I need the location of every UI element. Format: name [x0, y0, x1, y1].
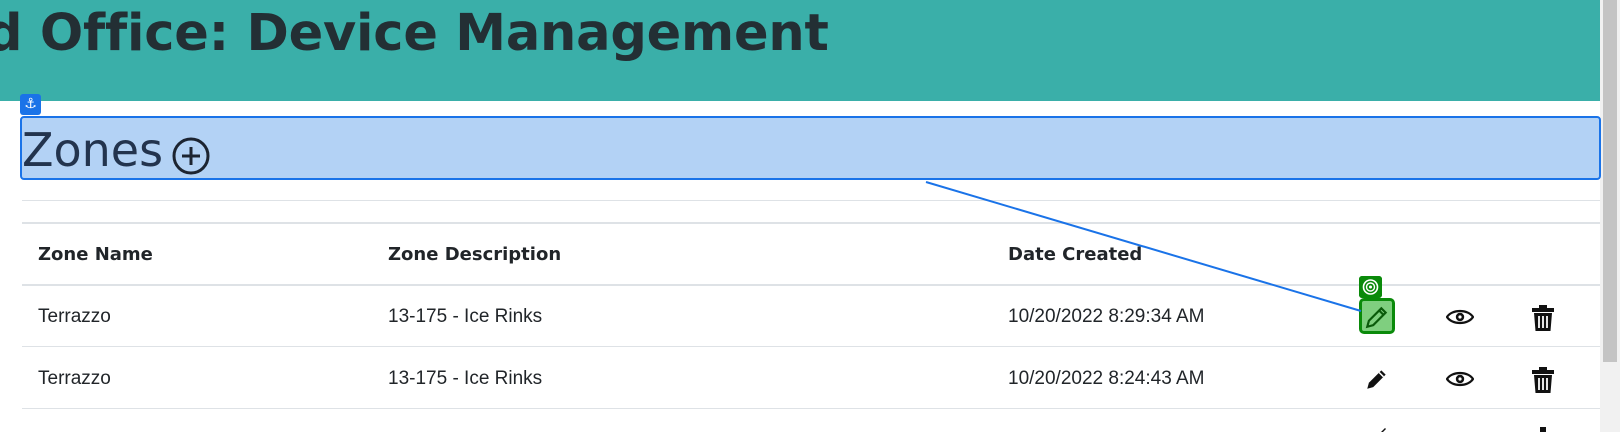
section-divider — [22, 200, 1600, 201]
cell-zone-description: 13-175 - Ice Rinks — [388, 368, 543, 389]
cell-zone-name: Terrazzo — [38, 306, 111, 327]
column-header-zone-name[interactable]: Zone Name — [38, 243, 153, 267]
scrollbar-thumb[interactable] — [1603, 0, 1617, 362]
anchor-icon: ⚓ — [20, 94, 41, 115]
plus-circle-icon[interactable] — [172, 137, 210, 175]
column-header-zone-description[interactable]: Zone Description — [388, 243, 561, 267]
pencil-icon[interactable] — [1364, 304, 1390, 330]
pencil-icon[interactable] — [1372, 426, 1386, 432]
zones-heading-highlight — [20, 116, 1601, 180]
row-divider — [22, 346, 1600, 347]
row-divider — [22, 408, 1600, 409]
cell-date-created: 10/20/2022 8:29:34 AM — [1008, 306, 1205, 327]
pencil-icon[interactable] — [1364, 366, 1390, 392]
page-title: d Office: Device Management — [0, 4, 829, 63]
target-icon — [1359, 276, 1382, 298]
column-header-date-created[interactable]: Date Created — [1008, 243, 1142, 267]
trash-icon[interactable] — [1531, 366, 1555, 394]
eye-icon[interactable] — [1446, 369, 1474, 389]
cell-zone-description: 13-175 - Ice Rinks — [388, 306, 543, 327]
section-title: Zones — [22, 123, 164, 177]
eye-icon[interactable] — [1446, 307, 1474, 327]
trash-icon[interactable] — [1531, 304, 1555, 332]
cell-zone-name: Terrazzo — [38, 368, 111, 389]
cell-date-created: 10/20/2022 8:24:43 AM — [1008, 368, 1205, 389]
trash-icon[interactable] — [1538, 427, 1548, 432]
table-top-border — [22, 222, 1600, 224]
